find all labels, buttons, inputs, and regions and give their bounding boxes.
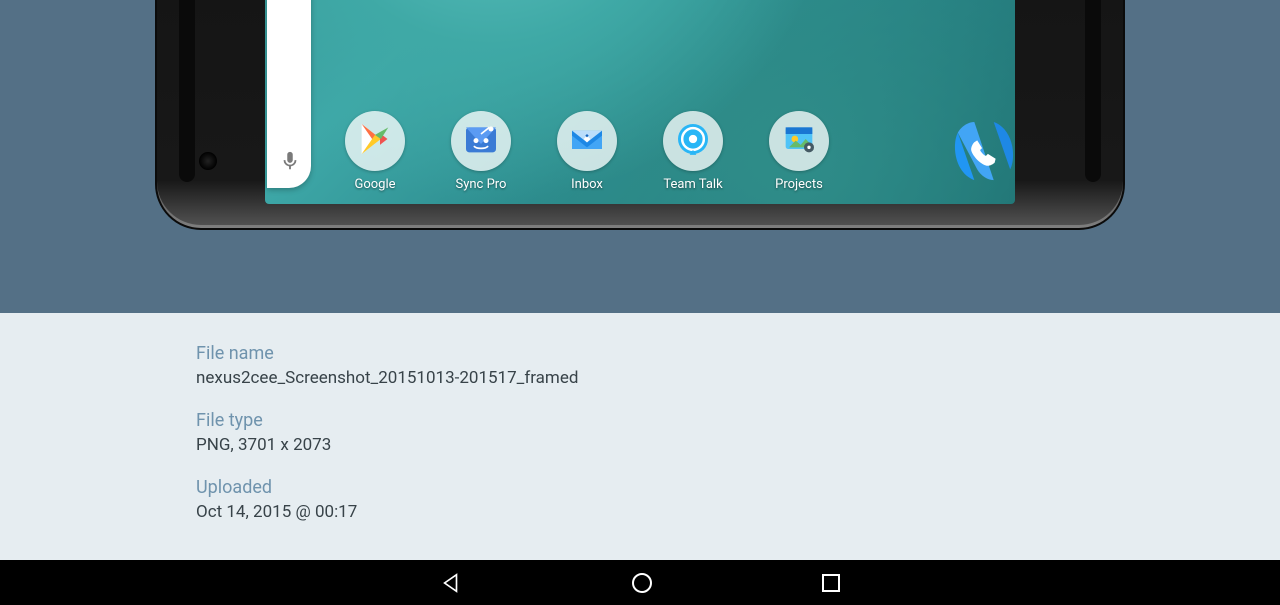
device-screen: Google bbox=[265, 0, 1015, 204]
google-search-pill[interactable] bbox=[265, 0, 311, 204]
file-info-panel: File name nexus2cee_Screenshot_20151013-… bbox=[0, 313, 1280, 560]
nav-back-button[interactable] bbox=[440, 572, 462, 594]
filetype-label: File type bbox=[196, 410, 1280, 431]
reddit-icon bbox=[461, 119, 501, 163]
filetype-value: PNG, 3701 x 2073 bbox=[196, 435, 1280, 455]
speaker-grill-right bbox=[1085, 0, 1101, 182]
play-store-icon bbox=[355, 119, 395, 163]
dock-label: Sync Pro bbox=[456, 177, 507, 192]
uploaded-label: Uploaded bbox=[196, 477, 1280, 498]
speaker-grill-left bbox=[179, 0, 195, 182]
dock-label: Google bbox=[354, 177, 395, 192]
preview-area: Google bbox=[0, 0, 1280, 313]
dock-app-projects[interactable]: Projects bbox=[749, 111, 849, 192]
projects-icon bbox=[779, 119, 819, 163]
filename-value: nexus2cee_Screenshot_20151013-201517_fra… bbox=[196, 368, 1280, 388]
dock-label: Team Talk bbox=[663, 177, 722, 192]
inbox-icon bbox=[567, 119, 607, 163]
nav-home-button[interactable] bbox=[632, 573, 652, 593]
dock-label: Inbox bbox=[571, 177, 603, 192]
dock-app-teamtalk[interactable]: Team Talk bbox=[643, 111, 743, 192]
front-camera bbox=[199, 152, 217, 170]
teamtalk-icon bbox=[673, 119, 713, 163]
mic-icon[interactable] bbox=[279, 150, 301, 172]
dock-app-inbox[interactable]: Inbox bbox=[537, 111, 637, 192]
device-frame: Google bbox=[155, 0, 1125, 230]
dock-label: Projects bbox=[775, 177, 823, 192]
filename-label: File name bbox=[196, 343, 1280, 364]
dock-app-syncpro[interactable]: Sync Pro bbox=[431, 111, 531, 192]
system-nav-bar bbox=[0, 560, 1280, 605]
nav-recent-button[interactable] bbox=[822, 574, 840, 592]
uploaded-value: Oct 14, 2015 @ 00:17 bbox=[196, 502, 1280, 522]
dock-app-google[interactable]: Google bbox=[325, 111, 425, 192]
